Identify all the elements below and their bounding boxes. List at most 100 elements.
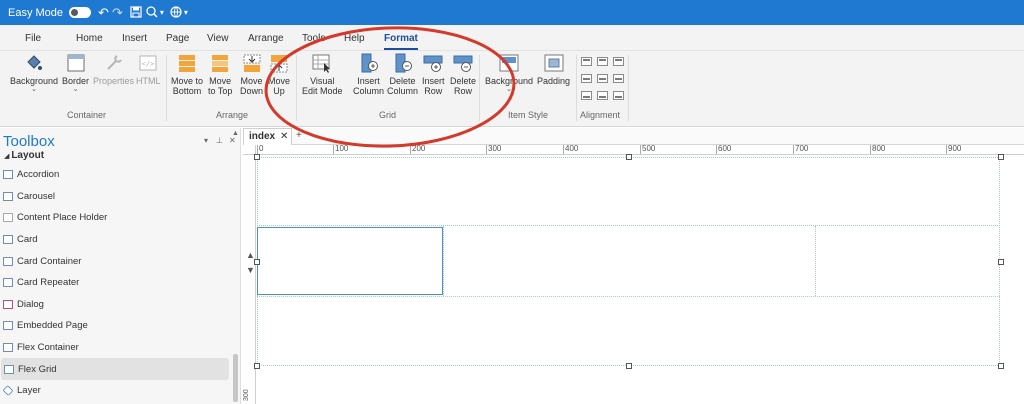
resize-handle[interactable] (254, 154, 260, 160)
dropdown-icon[interactable]: ▾ (204, 136, 208, 145)
tab-file[interactable]: File (25, 33, 41, 44)
toolbox-item-card-container[interactable]: Card Container (0, 250, 230, 272)
tab-view[interactable]: View (207, 33, 229, 44)
resize-handle[interactable] (254, 363, 260, 369)
close-icon[interactable]: ✕ (280, 131, 288, 142)
toolbox-item-content-place-holder[interactable]: Content Place Holder (0, 207, 230, 229)
tab-help[interactable]: Help (344, 33, 365, 44)
padding-icon (544, 54, 564, 72)
visual-edit-icon (312, 54, 331, 73)
align-bottom-center-icon[interactable] (597, 91, 608, 100)
tab-home[interactable]: Home (76, 33, 103, 44)
row-move-arrows: ▲ ▼ (246, 248, 255, 278)
move-to-bottom-button[interactable]: Move to Bottom (171, 53, 203, 96)
tab-format[interactable]: Format (384, 33, 418, 50)
ruler-tick: 400 (562, 145, 579, 154)
item-background-button[interactable]: Background ⌄ (485, 53, 533, 93)
document-tab-index[interactable]: index ✕ (243, 128, 292, 145)
selected-grid-cell[interactable] (257, 227, 443, 295)
align-middle-left-icon[interactable] (581, 74, 592, 83)
item-padding-button[interactable]: Padding (537, 53, 570, 86)
insert-row-button[interactable]: Insert Row (422, 53, 445, 96)
delete-row-button[interactable]: Delete Row (450, 53, 476, 96)
resize-handle[interactable] (626, 363, 632, 369)
move-down-button[interactable]: Move Down (240, 53, 263, 96)
align-middle-right-icon[interactable] (613, 74, 624, 83)
ruler-tick: 900 (945, 145, 962, 154)
code-icon: </> (139, 55, 157, 71)
visual-edit-mode-button[interactable]: Visual Edit Mode (302, 53, 343, 96)
tab-tools[interactable]: Tools (302, 33, 325, 44)
ruler-tick: 600 (715, 145, 732, 154)
group-label-container: Container (67, 110, 107, 120)
container-properties-button[interactable]: Properties (93, 53, 134, 86)
undo-icon[interactable]: ↶ (98, 6, 109, 19)
align-top-left-icon[interactable] (581, 57, 592, 66)
container-html-button[interactable]: </> HTML (136, 53, 161, 86)
title-bar: Easy Mode ↶ ↷ ▾ ▾ (0, 0, 1024, 25)
preview-icon[interactable] (146, 5, 158, 20)
container-border-button[interactable]: Border ⌄ (62, 53, 89, 93)
toolbox-section-layout[interactable]: ◢ Layout (4, 150, 44, 161)
save-icon[interactable] (130, 5, 142, 20)
publish-icon[interactable] (170, 5, 182, 20)
toolbox-item-card[interactable]: Card (0, 229, 230, 251)
pin-icon[interactable]: ⊥ (216, 136, 223, 145)
container-background-button[interactable]: Background ⌄ (10, 53, 58, 93)
toolbox-item-layer[interactable]: Layer (0, 380, 230, 402)
toolbox-item-embedded-page[interactable]: Embedded Page (0, 315, 230, 337)
redo-icon[interactable]: ↷ (112, 6, 123, 19)
tab-page[interactable]: Page (166, 33, 189, 44)
wrench-icon (106, 55, 122, 70)
move-row-up-icon[interactable]: ▲ (246, 248, 255, 263)
preview-dropdown-icon[interactable]: ▾ (160, 8, 164, 17)
toolbox-item-dialog[interactable]: Dialog (0, 294, 230, 316)
resize-handle[interactable] (998, 154, 1004, 160)
easy-mode-toggle[interactable] (69, 7, 92, 18)
tab-arrange[interactable]: Arrange (248, 33, 284, 44)
delete-row-icon (453, 55, 473, 72)
flex-grid-icon (4, 364, 14, 374)
scroll-up-icon[interactable]: ▲ (232, 130, 239, 137)
move-to-top-icon (212, 55, 229, 72)
toolbox-scrollbar[interactable]: ▲ (231, 128, 240, 404)
toolbox-title: Toolbox (3, 133, 55, 150)
group-label-item-style: Item Style (508, 110, 549, 120)
delete-column-button[interactable]: Delete Column (387, 53, 418, 96)
move-row-down-icon[interactable]: ▼ (246, 263, 255, 278)
resize-handle[interactable] (998, 259, 1004, 265)
design-canvas[interactable] (254, 154, 1024, 404)
move-to-top-button[interactable]: Move to Top (208, 53, 232, 96)
ruler-tick: 700 (792, 145, 809, 154)
group-label-alignment: Alignment (580, 110, 621, 120)
scrollbar-thumb[interactable] (233, 354, 238, 402)
resize-handle[interactable] (626, 154, 632, 160)
tab-insert[interactable]: Insert (122, 33, 147, 44)
chevron-down-icon: ⌄ (72, 86, 79, 93)
toolbox-item-carousel[interactable]: Carousel (0, 186, 230, 208)
ruler-tick: 100 (332, 145, 349, 154)
align-bottom-left-icon[interactable] (581, 91, 592, 100)
group-divider (628, 55, 629, 121)
grid-row-divider (257, 296, 1000, 297)
ruler-tick: 300 (243, 389, 250, 401)
add-tab-icon[interactable]: + (296, 130, 302, 141)
ruler-tick: 300 (485, 145, 502, 154)
align-middle-center-icon[interactable] (597, 74, 608, 83)
toolbox-item-card-repeater[interactable]: Card Repeater (0, 272, 230, 294)
insert-column-button[interactable]: Insert Column (353, 53, 384, 96)
align-bottom-right-icon[interactable] (613, 91, 624, 100)
ruler-tick: 500 (639, 145, 656, 154)
paint-bucket-icon (27, 55, 43, 70)
border-icon (67, 54, 84, 72)
group-label-arrange: Arrange (216, 110, 249, 120)
toolbox-item-accordion[interactable]: Accordion (0, 164, 230, 186)
toolbox-item-flex-container[interactable]: Flex Container (0, 337, 230, 359)
toolbox-item-flex-grid[interactable]: Flex Grid (1, 358, 229, 380)
quick-access-dropdown-icon[interactable]: ▾ (184, 8, 188, 17)
align-top-center-icon[interactable] (597, 57, 608, 66)
move-up-icon (270, 55, 288, 73)
move-up-button[interactable]: Move Up (268, 53, 290, 96)
resize-handle[interactable] (998, 363, 1004, 369)
align-top-right-icon[interactable] (613, 57, 624, 66)
